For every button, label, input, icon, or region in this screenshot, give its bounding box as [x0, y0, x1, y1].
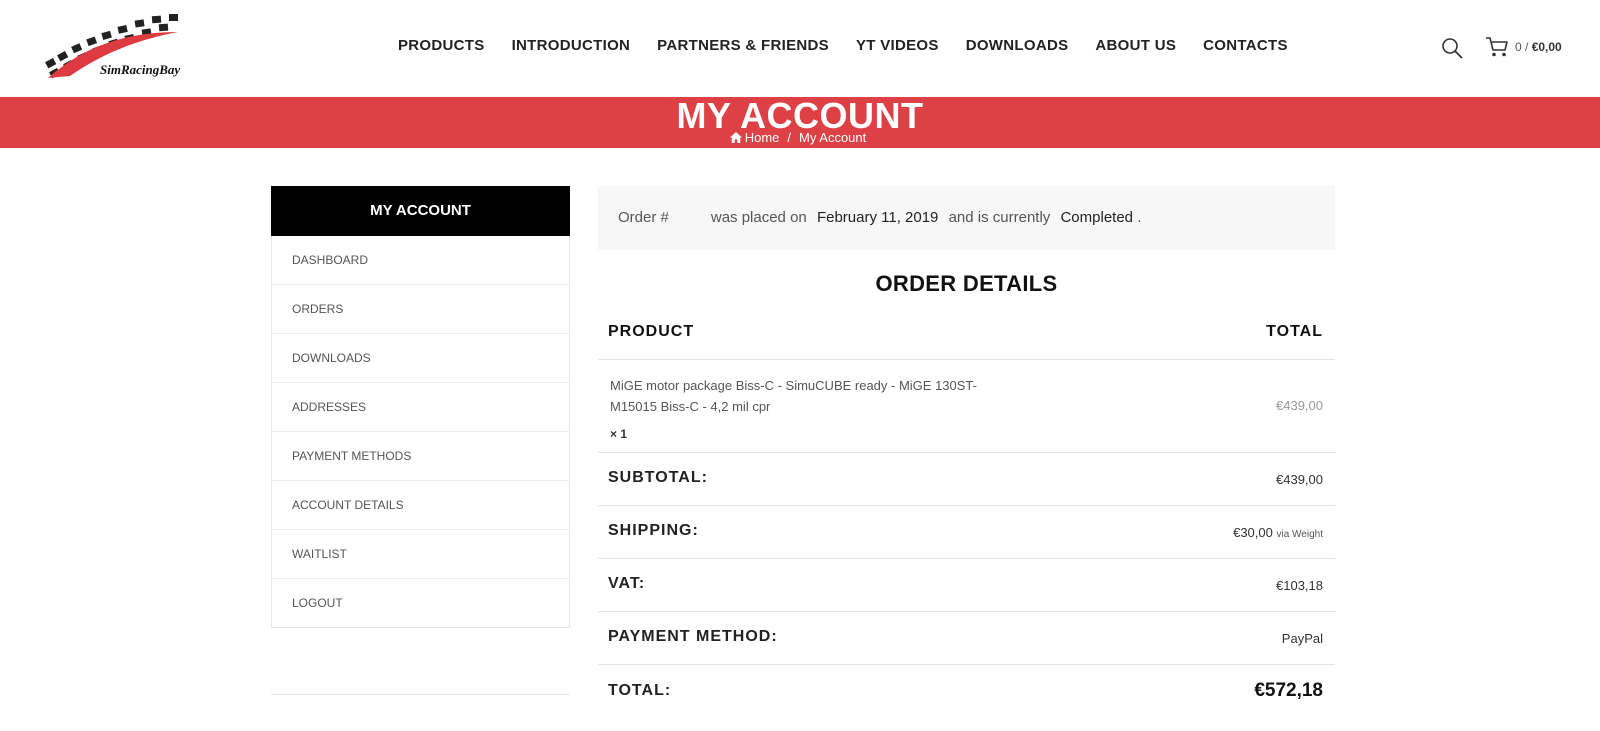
placed-text: was placed on — [710, 209, 807, 226]
order-status-notice: Order # was placed on February 11, 2019 a… — [598, 186, 1335, 250]
account-menu: DASHBOARD ORDERS DOWNLOADS ADDRESSES PAY… — [271, 236, 570, 628]
simracingbay-logo[interactable]: SimRacingBay — [40, 10, 190, 84]
nav-about-us[interactable]: ABOUT US — [1095, 37, 1176, 54]
product-quantity: × 1 — [610, 427, 628, 441]
cart-widget[interactable]: 0 / €0,00 — [1485, 36, 1562, 58]
payment-method-value: PayPal — [1281, 631, 1323, 646]
shipping-value-group: €30,00 via Weight — [1233, 525, 1323, 540]
shipping-value: €30,00 — [1233, 525, 1273, 540]
total-row: TOTAL: €572,18 — [598, 665, 1335, 719]
search-icon[interactable] — [1440, 36, 1464, 60]
cart-icon[interactable] — [1485, 36, 1509, 58]
payment-method-label: PAYMENT METHOD: — [608, 628, 778, 645]
sidebar-title: MY ACCOUNT — [271, 186, 570, 236]
account-sidebar: MY ACCOUNT DASHBOARD ORDERS DOWNLOADS AD… — [271, 186, 570, 628]
cart-summary[interactable]: 0 / €0,00 — [1515, 40, 1562, 54]
page-title-banner: MY ACCOUNT Home / My Account — [0, 96, 1600, 148]
sidebar-item-waitlist[interactable]: WAITLIST — [272, 529, 569, 578]
order-date: February 11, 2019 — [816, 209, 939, 226]
vat-row: VAT: €103,18 — [598, 559, 1335, 612]
site-header: SimRacingBay PRODUCTS INTRODUCTION PARTN… — [0, 0, 1600, 97]
subtotal-label: SUBTOTAL: — [608, 469, 708, 486]
total-label: TOTAL: — [608, 682, 672, 699]
vat-label: VAT: — [608, 575, 646, 592]
vat-value: €103,18 — [1276, 578, 1323, 593]
table-row: MiGE motor package Biss-C - SimuCUBE rea… — [598, 360, 1335, 453]
nav-products[interactable]: PRODUCTS — [398, 37, 485, 54]
sidebar-item-dashboard[interactable]: DASHBOARD — [272, 236, 569, 284]
payment-method-row: PAYMENT METHOD: PayPal — [598, 612, 1335, 665]
order-details-title: ORDER DETAILS — [875, 271, 1058, 296]
shipping-method: via Weight — [1276, 529, 1323, 540]
order-details-table: PRODUCT TOTAL MiGE motor package Biss-C … — [598, 311, 1335, 719]
cart-separator: / — [1521, 40, 1532, 54]
col-total: TOTAL — [1266, 323, 1323, 340]
subtotal-value: €439,00 — [1276, 472, 1323, 487]
shipping-row: SHIPPING: €30,00 via Weight — [598, 506, 1335, 559]
sidebar-item-orders[interactable]: ORDERS — [272, 284, 569, 333]
nav-introduction[interactable]: INTRODUCTION — [512, 37, 631, 54]
main-nav: PRODUCTS INTRODUCTION PARTNERS & FRIENDS… — [398, 37, 1315, 54]
svg-text:SimRacingBay: SimRacingBay — [100, 62, 180, 77]
order-number-label: Order # — [618, 209, 669, 226]
breadcrumb-home[interactable]: Home — [745, 130, 780, 145]
breadcrumb-current: My Account — [799, 130, 867, 145]
nav-partners-friends[interactable]: PARTNERS & FRIENDS — [657, 37, 829, 54]
sidebar-item-account-details[interactable]: ACCOUNT DETAILS — [272, 480, 569, 529]
nav-contacts[interactable]: CONTACTS — [1203, 37, 1288, 54]
subtotal-row: SUBTOTAL: €439,00 — [598, 453, 1335, 506]
notice-end: . — [1137, 209, 1142, 226]
home-icon — [729, 132, 742, 143]
sidebar-item-downloads[interactable]: DOWNLOADS — [272, 333, 569, 382]
cart-amount: €0,00 — [1531, 40, 1562, 54]
breadcrumb-separator: / — [787, 130, 792, 145]
order-status: Completed — [1060, 209, 1134, 226]
status-text: and is currently — [948, 209, 1051, 226]
total-value: €572,18 — [1254, 680, 1323, 701]
shipping-label: SHIPPING: — [608, 522, 699, 539]
product-total: €439,00 — [1276, 398, 1323, 413]
sidebar-item-addresses[interactable]: ADDRESSES — [272, 382, 569, 431]
sidebar-item-payment-methods[interactable]: PAYMENT METHODS — [272, 431, 569, 480]
cart-count: 0 — [1515, 40, 1522, 54]
sidebar-divider — [271, 694, 570, 695]
sidebar-item-logout[interactable]: LOGOUT — [272, 578, 569, 627]
col-product: PRODUCT — [608, 323, 695, 340]
nav-downloads[interactable]: DOWNLOADS — [966, 37, 1069, 54]
product-link[interactable]: MiGE motor package Biss-C - SimuCUBE rea… — [610, 375, 990, 417]
breadcrumb: Home / My Account — [0, 130, 1600, 146]
table-header: PRODUCT TOTAL — [598, 311, 1335, 360]
nav-yt-videos[interactable]: YT VIDEOS — [856, 37, 939, 54]
